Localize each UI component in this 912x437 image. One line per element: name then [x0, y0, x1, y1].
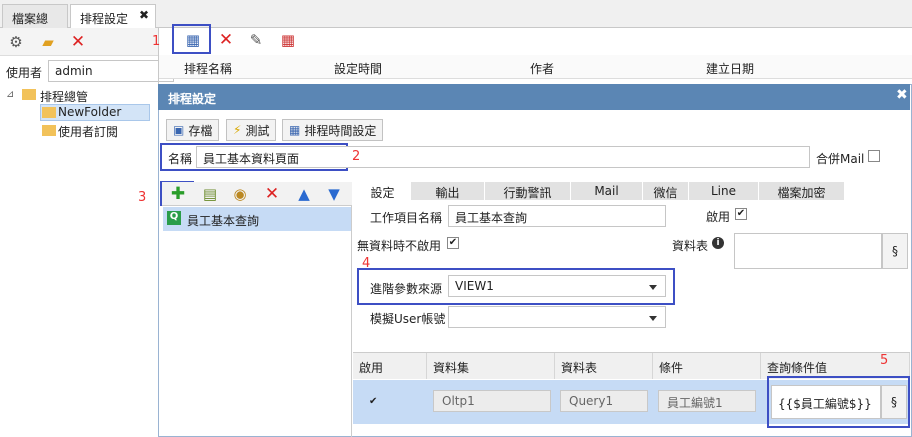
subtab-label: 行動警訊	[503, 186, 552, 200]
condition-field[interactable]: 員工編號1	[658, 390, 756, 412]
add-task-icon[interactable]: ✚	[166, 182, 190, 206]
dialog-title: 排程設定	[158, 84, 910, 110]
marker-5: 5	[880, 353, 889, 368]
dataset-field[interactable]: Oltp1	[433, 390, 551, 412]
script-icon[interactable]: §	[882, 233, 908, 269]
task-name: 員工基本查詢	[187, 214, 260, 228]
schedule-label: 排程時間設定	[304, 123, 377, 138]
subtab-label: 檔案加密	[777, 186, 826, 200]
new-folder-icon[interactable]: ▰	[36, 30, 60, 54]
subtab-label: 輸出	[435, 186, 460, 200]
folder-icon	[22, 89, 36, 100]
col-header: 排程名稱	[184, 62, 233, 76]
adv-param-label: 進階參數來源	[370, 282, 443, 296]
import-icon[interactable]: ▤	[198, 182, 222, 206]
subtab-label: Line	[710, 184, 736, 198]
grid-header: 條件	[653, 353, 761, 379]
sim-user-select[interactable]	[448, 306, 666, 328]
no-data-label: 無資料時不啟用	[357, 239, 442, 253]
task-name-value: 員工基本查詢	[455, 211, 528, 225]
subtab-label: 設定	[370, 186, 395, 200]
close-tab-icon[interactable]: ✖	[139, 8, 149, 22]
subtab-label: Mail	[594, 184, 619, 198]
subtab-mail[interactable]: Mail	[571, 182, 643, 200]
subtab-label: 微信	[653, 186, 678, 200]
user-value: admin	[55, 64, 93, 78]
chevron-down-icon	[649, 316, 657, 321]
lightning-icon: ⚡	[233, 123, 242, 137]
edit-icon[interactable]: ✎	[244, 28, 268, 52]
user-label: 使用者	[6, 66, 43, 80]
grid-header: 資料表	[555, 353, 653, 379]
marker-1: 1	[152, 34, 161, 49]
database-icon[interactable]: ◉	[228, 182, 252, 206]
row-enabled-checkbox[interactable]: ✔	[369, 396, 377, 407]
merge-mail-checkbox[interactable]	[868, 150, 880, 162]
no-data-checkbox[interactable]: ✔	[447, 237, 459, 249]
adv-param-value: VIEW1	[455, 279, 494, 293]
folder-icon	[42, 107, 56, 118]
save-button[interactable]: ▣ 存檔	[166, 119, 220, 141]
enabled-checkbox[interactable]: ✔	[735, 208, 747, 220]
move-up-icon[interactable]: ▲	[292, 182, 316, 206]
marker-3: 3	[138, 190, 147, 205]
subtab-line[interactable]: Line	[689, 182, 759, 200]
marker-4: 4	[362, 256, 371, 271]
name-label: 名稱	[168, 152, 193, 166]
test-label: 測試	[245, 123, 270, 138]
tree-item-subscriptions[interactable]: 使用者訂閱	[58, 123, 118, 140]
info-icon[interactable]: i	[712, 237, 724, 249]
move-down-icon[interactable]: ▼	[322, 182, 346, 206]
save-icon: ▣	[173, 123, 185, 137]
tree-item-label: NewFolder	[58, 105, 122, 119]
subtab-encryption[interactable]: 檔案加密	[759, 182, 845, 200]
table-textarea[interactable]	[734, 233, 882, 269]
tab-schedule-settings[interactable]: 排程設定 ✖	[70, 4, 156, 29]
script-icon[interactable]: §	[881, 385, 907, 419]
delete-icon[interactable]: ✕	[66, 30, 90, 54]
chevron-down-icon	[649, 285, 657, 290]
table-field[interactable]: Query1	[560, 390, 648, 412]
table-label: 資料表	[672, 239, 709, 253]
save-label: 存檔	[188, 123, 213, 138]
col-header: 建立日期	[706, 62, 755, 76]
col-header: 設定時間	[334, 62, 383, 76]
calendar-icon: ▦	[289, 123, 301, 137]
tree-root[interactable]: 排程總管	[40, 88, 88, 105]
calendar-icon[interactable]: ▦	[276, 28, 300, 52]
condition-value-input[interactable]: {{$員工編號$}}	[771, 385, 881, 419]
grid-header: 啟用	[353, 353, 427, 379]
task-list	[162, 206, 352, 437]
add-schedule-icon[interactable]: ▦	[181, 28, 205, 52]
subtab-output[interactable]: 輸出	[411, 182, 485, 200]
tree-toggle-icon[interactable]: ⊿	[6, 89, 14, 100]
user-select[interactable]: admin	[48, 60, 174, 82]
task-name-input[interactable]: 員工基本查詢	[448, 205, 666, 227]
adv-param-select[interactable]: VIEW1	[448, 275, 666, 297]
settings-gear-icon[interactable]: ⚙	[4, 30, 28, 54]
merge-mail-label: 合併Mail	[816, 152, 865, 166]
subtab-settings[interactable]: 設定	[355, 182, 411, 200]
delete-icon[interactable]: ✕	[214, 28, 238, 52]
test-button[interactable]: ⚡ 測試	[226, 119, 277, 141]
delete-icon[interactable]: ✕	[260, 182, 284, 206]
folder-icon	[42, 125, 56, 136]
sim-user-label: 模擬User帳號	[370, 312, 446, 326]
close-icon[interactable]: ✖	[896, 87, 908, 103]
query-icon: Q	[167, 211, 181, 225]
marker-2: 2	[352, 149, 361, 164]
task-name-label: 工作項目名稱	[370, 211, 443, 225]
col-header: 作者	[530, 62, 555, 76]
schedule-name-value: 員工基本資料頁面	[203, 152, 300, 166]
enabled-label: 啟用	[706, 210, 731, 224]
tab-file-explorer[interactable]: 檔案總管	[2, 4, 68, 43]
tab-label: 排程設定	[80, 12, 129, 26]
schedule-time-button[interactable]: ▦ 排程時間設定	[282, 119, 384, 141]
grid-header: 資料集	[427, 353, 555, 379]
subtab-mobile-alert[interactable]: 行動警訊	[485, 182, 571, 200]
schedule-name-input[interactable]: 員工基本資料頁面	[196, 146, 810, 168]
subtab-wechat[interactable]: 微信	[643, 182, 689, 200]
